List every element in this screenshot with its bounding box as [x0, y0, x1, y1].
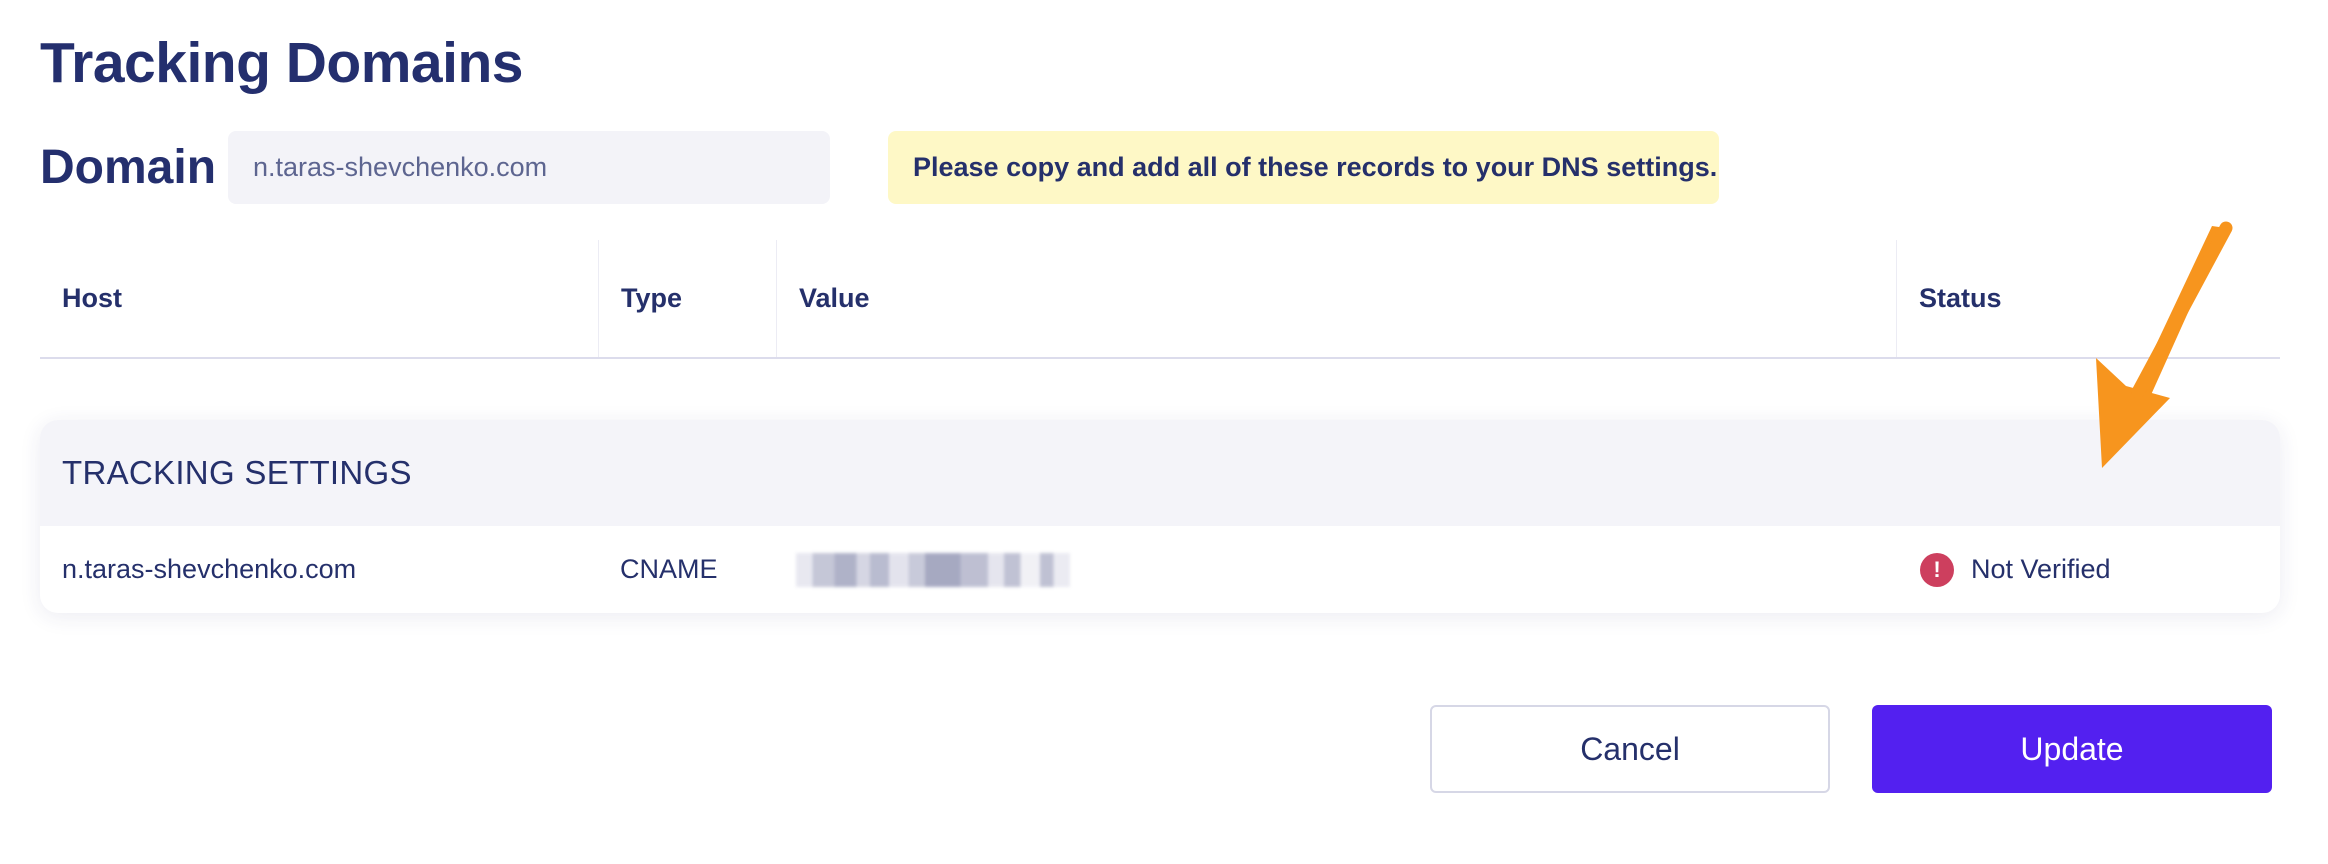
exclamation-circle-icon: ! [1920, 552, 1954, 587]
dns-notice: Please copy and add all of these records… [888, 131, 1719, 204]
table-row: n.taras-shevchenko.com CNAME ! Not Verif… [40, 526, 2280, 613]
domain-input[interactable] [228, 131, 830, 204]
column-header-value: Value [776, 240, 1896, 357]
tracking-settings-card: TRACKING SETTINGS n.taras-shevchenko.com… [40, 420, 2280, 613]
record-type: CNAME [620, 554, 718, 584]
redacted-value [796, 552, 1070, 587]
status-text: Not Verified [1971, 554, 2111, 584]
records-table-header: Host Type Value Status [40, 240, 2280, 359]
column-header-host: Host [62, 283, 122, 313]
tracking-domains-page: Tracking Domains Domain Please copy and … [0, 0, 2328, 864]
update-button[interactable]: Update [1872, 705, 2272, 793]
tracking-settings-heading: TRACKING SETTINGS [40, 420, 2280, 526]
column-header-type: Type [598, 240, 776, 357]
record-status: ! Not Verified [1920, 526, 2111, 613]
domain-label: Domain [40, 141, 217, 194]
record-host: n.taras-shevchenko.com [62, 554, 357, 584]
cancel-button[interactable]: Cancel [1430, 705, 1830, 793]
column-header-status: Status [1896, 240, 2280, 357]
record-value [796, 526, 1070, 613]
page-title: Tracking Domains [40, 31, 524, 95]
